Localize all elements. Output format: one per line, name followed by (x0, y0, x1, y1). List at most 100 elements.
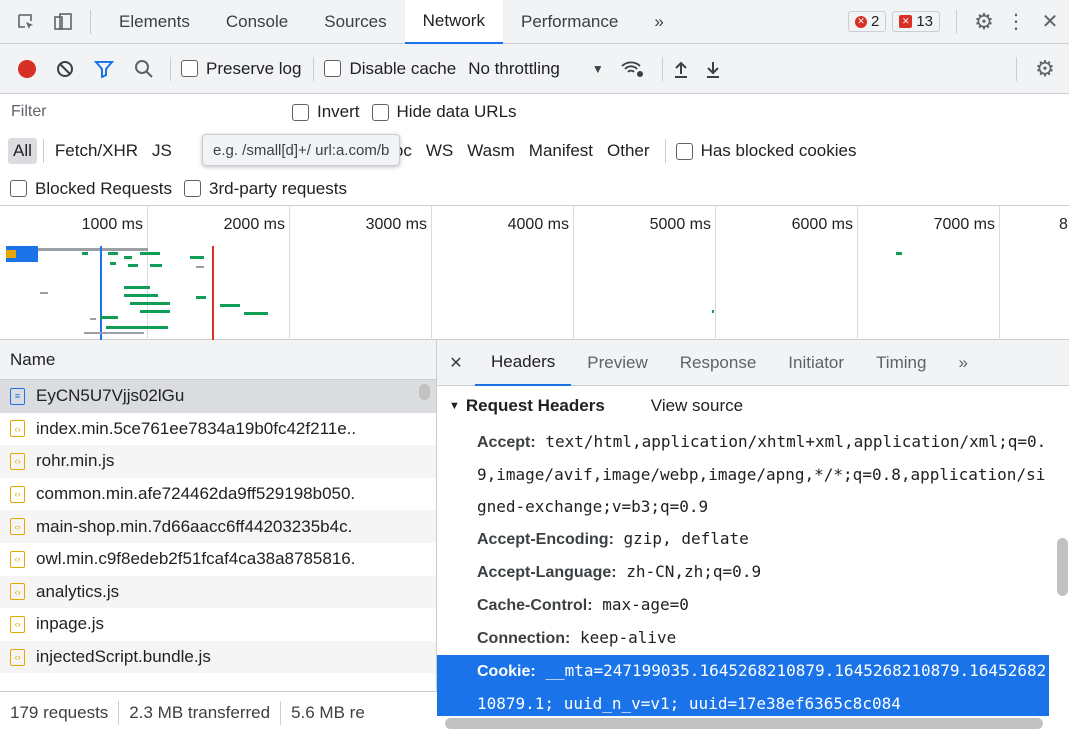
tab-elements[interactable]: Elements (101, 0, 208, 44)
header-name: Accept-Encoding: (477, 531, 614, 548)
separator (42, 139, 44, 163)
tab-console[interactable]: Console (208, 0, 306, 44)
request-row[interactable]: ‹› main-shop.min.7d66aacc6ff44203235b4c. (0, 510, 436, 543)
request-row[interactable]: ‹› owl.min.c9f8edeb2f51fcaf4ca38a8785816. (0, 543, 436, 576)
hide-data-urls-checkbox[interactable]: Hide data URLs (371, 102, 517, 122)
chevron-down-icon: ▼ (591, 61, 604, 76)
has-blocked-cookies-label: Has blocked cookies (700, 141, 857, 160)
search-icon[interactable] (134, 59, 154, 79)
script-file-icon: ‹› (10, 485, 25, 503)
script-file-icon: ‹› (10, 583, 25, 601)
type-filter-fetch-xhr[interactable]: Fetch/XHR (50, 138, 143, 164)
preserve-log-label: Preserve log (206, 58, 302, 78)
network-settings-gear-icon[interactable]: ⚙ (1027, 56, 1063, 82)
more-detail-tabs-button[interactable]: » (942, 340, 983, 386)
invert-label: Invert (317, 102, 360, 121)
filter-row: Filter Invert Hide data URLs (0, 94, 1069, 130)
type-filter-all[interactable]: All (8, 138, 37, 164)
section-title: Request Headers (465, 396, 605, 415)
third-party-checkbox[interactable]: 3rd-party requests (184, 179, 347, 199)
header-row[interactable]: Accept-Language: zh-CN,zh;q=0.9 (437, 556, 1049, 589)
filter-funnel-icon[interactable] (94, 60, 114, 78)
script-file-icon: ‹› (10, 518, 25, 536)
request-headers-section[interactable]: ▼ Request Headers View source (437, 386, 1049, 426)
header-row[interactable]: Connection: keep-alive (437, 622, 1049, 655)
more-tabs-button[interactable]: » (636, 0, 681, 44)
has-blocked-cookies-checkbox[interactable]: Has blocked cookies (675, 141, 857, 161)
type-filter-other[interactable]: Other (602, 138, 655, 164)
headers-horizontal-scrollbar[interactable] (445, 718, 1043, 729)
separator (664, 139, 666, 163)
network-overview-timeline[interactable]: 1000 ms 2000 ms 3000 ms 4000 ms 5000 ms … (0, 206, 1069, 340)
blocked-requests-checkbox[interactable]: Blocked Requests (10, 179, 172, 199)
tab-network[interactable]: Network (404, 0, 503, 44)
tab-headers[interactable]: Headers (475, 340, 572, 386)
tab-response[interactable]: Response (664, 340, 773, 386)
separator (170, 56, 171, 81)
request-name: inpage.js (36, 614, 105, 634)
network-status-bar: 179 requests 2.3 MB transferred 5.6 MB r… (0, 691, 437, 733)
blocked-requests-row: Blocked Requests 3rd-party requests (0, 172, 1069, 206)
type-filter-wasm[interactable]: Wasm (462, 138, 520, 164)
request-row[interactable]: ‹› common.min.afe724462da9ff529198b050. (0, 478, 436, 511)
import-har-icon[interactable] (673, 59, 689, 79)
type-filter-ws[interactable]: WS (421, 138, 458, 164)
request-count: 179 requests (10, 702, 109, 722)
triangle-down-icon: ▼ (449, 400, 460, 412)
request-row[interactable]: ‹› inpage.js (0, 608, 436, 641)
headers-view: ▼ Request Headers View source Accept: te… (437, 386, 1049, 716)
settings-gear-icon[interactable]: ⚙ (967, 9, 1001, 35)
header-name: Accept-Language: (477, 564, 617, 581)
request-detail-panel: ✕ Headers Preview Response Initiator Tim… (437, 340, 1069, 733)
filter-input[interactable]: Filter (8, 97, 272, 127)
header-row-selected[interactable]: Cookie: __mta=247199035.1645268210879.16… (437, 655, 1049, 716)
request-name: injectedScript.bundle.js (36, 647, 211, 667)
type-filter-manifest[interactable]: Manifest (524, 138, 598, 164)
tab-timing[interactable]: Timing (860, 340, 942, 386)
tab-sources[interactable]: Sources (306, 0, 404, 44)
request-row[interactable]: ‹› analytics.js (0, 575, 436, 609)
script-file-icon: ‹› (10, 452, 25, 470)
resources-size: 5.6 MB re (291, 702, 365, 722)
script-file-icon: ‹› (10, 648, 25, 666)
tab-performance[interactable]: Performance (503, 0, 636, 44)
invert-checkbox[interactable]: Invert (292, 102, 360, 122)
request-row[interactable]: ‹› index.min.5ce761ee7834a19b0fc42f211e.. (0, 413, 436, 446)
header-row[interactable]: Accept: text/html,application/xhtml+xml,… (437, 426, 1049, 523)
request-row[interactable]: ‹› injectedScript.bundle.js (0, 640, 436, 674)
separator (280, 700, 282, 725)
header-value: __mta=247199035.1645268210879.1645268210… (477, 661, 1047, 713)
detail-tabs: ✕ Headers Preview Response Initiator Tim… (437, 340, 1069, 386)
headers-vertical-scrollbar[interactable] (1057, 538, 1068, 596)
errors-badge[interactable]: ✕ 2 (847, 11, 887, 32)
request-row[interactable]: ≡ EyCN5U7Vjjs02lGu (0, 380, 436, 413)
timeline-waterfall-bars (6, 246, 902, 340)
request-row[interactable]: ‹› rohr.min.js (0, 445, 436, 478)
tab-initiator[interactable]: Initiator (772, 340, 860, 386)
disable-cache-checkbox[interactable]: Disable cache (324, 59, 456, 79)
view-source-link[interactable]: View source (651, 396, 743, 416)
kebab-menu-icon[interactable]: ⋮ (1001, 9, 1031, 34)
header-row[interactable]: Cache-Control: max-age=0 (437, 589, 1049, 622)
close-icon[interactable]: ✕ (1031, 9, 1069, 34)
separator (313, 56, 315, 81)
inspect-element-icon[interactable] (6, 12, 46, 32)
tab-preview[interactable]: Preview (571, 340, 663, 386)
issues-badge[interactable]: ✕ 13 (892, 11, 940, 32)
separator (661, 56, 663, 81)
header-value: keep-alive (579, 628, 677, 647)
name-column-header[interactable]: Name (0, 340, 436, 380)
throttling-select[interactable]: No throttling ▼ (468, 59, 604, 79)
network-conditions-icon[interactable] (620, 59, 646, 79)
type-filter-js[interactable]: JS (147, 138, 177, 164)
record-button[interactable] (18, 59, 36, 78)
device-toolbar-icon[interactable] (46, 12, 80, 32)
export-har-icon[interactable] (705, 59, 721, 79)
header-name: Connection: (477, 630, 571, 647)
preserve-log-checkbox[interactable]: Preserve log (181, 59, 301, 79)
clear-icon[interactable] (56, 60, 74, 78)
close-detail-icon[interactable]: ✕ (437, 353, 475, 373)
header-row[interactable]: Accept-Encoding: gzip, deflate (437, 523, 1049, 556)
request-list-scrollbar[interactable] (419, 384, 430, 400)
request-name: EyCN5U7Vjjs02lGu (36, 386, 185, 406)
